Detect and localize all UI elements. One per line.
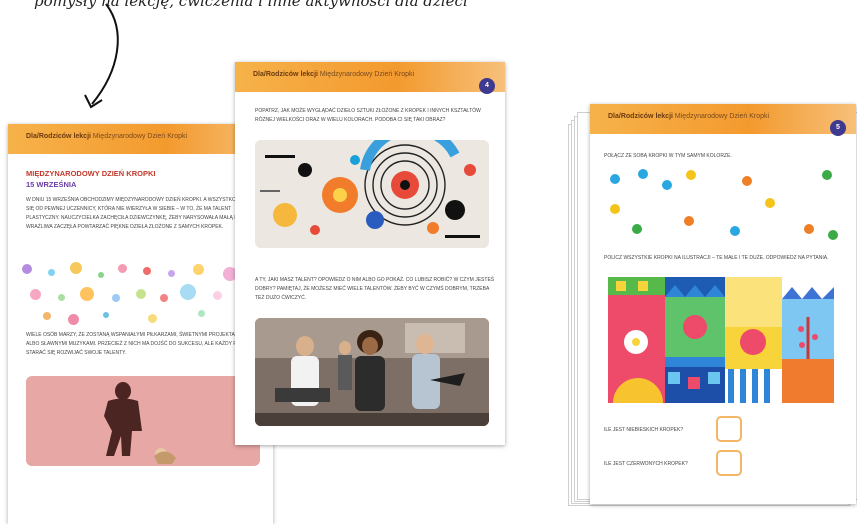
paragraph-intro: W DNIU 15 WRZEŚNIA OBCHODZIMY MIĘDZYNARO… (26, 197, 261, 230)
page-number-badge: 4 (479, 78, 495, 94)
counting-illustration (608, 277, 834, 403)
answer-box-red[interactable] (716, 450, 742, 476)
curved-arrow-icon (84, 3, 119, 109)
dot-artwork-image (255, 140, 489, 248)
header-title: Dla/Rodziców lekcji (253, 71, 318, 78)
middle-page: Dla/Rodziców lekcji Międzynarodowy Dzień… (235, 62, 505, 445)
band-photo-image (255, 318, 489, 426)
instruction-connect: POŁĄCZ ZE SOBĄ KROPKI W TYM SAMYM KOLORZ… (604, 153, 732, 159)
page-header: Dla/Rodziców lekcji Międzynarodowy Dzień… (235, 62, 505, 92)
football-silhouette-image (26, 376, 260, 466)
page-heading: MIĘDZYNARODOWY DZIEŃ KROPKI (26, 169, 156, 178)
header-subtitle: Międzynarodowy Dzień Kropki (92, 133, 188, 140)
answer-box-blue[interactable] (716, 416, 742, 442)
header-subtitle: Międzynarodowy Dzień Kropki (319, 71, 415, 78)
left-page: Dla/Rodziców lekcji Międzynarodowy Dzień… (8, 124, 273, 524)
paragraph-your-talent: A TY, JAKI MASZ TALENT? OPOWIEDZ O NIM A… (255, 277, 495, 301)
paragraph-talents: WIELE OSÓB MARZY, ŻE ZOSTANĄ WSPANIAŁYMI… (26, 332, 259, 356)
header-subtitle: Międzynarodowy Dzień Kropki (674, 113, 770, 120)
paragraph-artwork: POPATRZ, JAK MOŻE WYGLĄDAĆ DZIEŁO SZTUKI… (255, 108, 481, 123)
page-subheading: 15 WRZEŚNIA (26, 180, 77, 189)
header-title: Dla/Rodziców lekcji (26, 133, 91, 140)
page-number-badge: 5 (830, 120, 846, 136)
header-title: Dla/Rodziców lekcji (608, 113, 673, 120)
instruction-count: POLICZ WSZYSTKIE KROPKI NA ILUSTRACJI – … (604, 255, 829, 261)
page-header: Dla/Rodziców lekcji Międzynarodowy Dzień… (590, 104, 856, 134)
page-header: Dla/Rodziców lekcji Międzynarodowy Dzień… (8, 124, 273, 154)
right-page: Dla/Rodziców lekcji Międzynarodowy Dzień… (590, 104, 856, 504)
